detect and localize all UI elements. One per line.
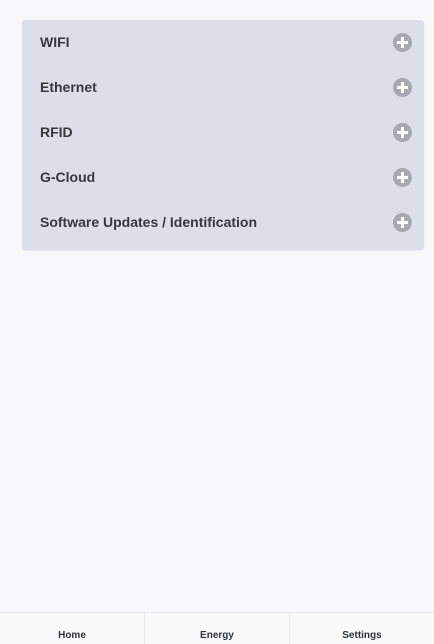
settings-item-label: WIFI — [40, 34, 70, 50]
plus-circle-icon[interactable] — [393, 33, 412, 52]
tab-settings[interactable]: Settings — [289, 613, 434, 644]
settings-item-label: Ethernet — [40, 79, 97, 95]
tab-home[interactable]: Home — [0, 613, 144, 644]
tab-label: Settings — [342, 630, 382, 641]
settings-item-label: RFID — [40, 124, 73, 140]
settings-menu: WIFI Ethernet RFID G-Cloud Software Upda… — [22, 20, 424, 250]
plus-circle-icon[interactable] — [393, 123, 412, 142]
settings-item-rfid[interactable]: RFID — [22, 110, 424, 156]
settings-item-g-cloud[interactable]: G-Cloud — [22, 155, 424, 201]
plus-circle-icon[interactable] — [393, 213, 412, 232]
tab-energy[interactable]: Energy — [144, 613, 289, 644]
settings-item-label: G-Cloud — [40, 169, 96, 185]
tab-label: Energy — [200, 630, 234, 641]
plus-circle-icon[interactable] — [393, 78, 412, 97]
settings-item-software-updates[interactable]: Software Updates / Identification — [22, 200, 424, 246]
bottom-tab-bar: Home Energy Settings — [0, 612, 434, 644]
tab-label: Home — [58, 630, 86, 641]
plus-circle-icon[interactable] — [393, 168, 412, 187]
settings-item-label: Software Updates / Identification — [40, 214, 258, 230]
settings-item-ethernet[interactable]: Ethernet — [22, 65, 424, 111]
settings-item-wifi[interactable]: WIFI — [22, 20, 424, 66]
